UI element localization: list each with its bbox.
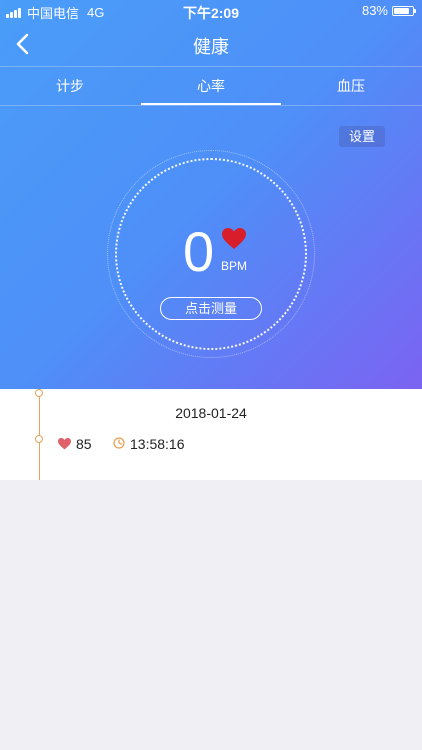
- bpm-value: 0: [183, 220, 215, 283]
- active-tab-indicator: [141, 103, 281, 105]
- tab-blood-pressure[interactable]: 血压: [281, 67, 421, 107]
- navigation-bar: 健康: [0, 22, 422, 66]
- bpm-unit: BPM: [221, 259, 248, 273]
- heart-icon: [222, 228, 246, 249]
- timeline-dot: [35, 435, 43, 443]
- tab-steps[interactable]: 计步: [0, 67, 140, 107]
- battery-percent: 83%: [361, 3, 388, 18]
- clock-icon: [113, 437, 125, 449]
- page-title: 健康: [193, 37, 229, 57]
- tab-bar: 计步 心率 血压: [0, 66, 422, 106]
- status-time: 下午2:09: [182, 5, 240, 21]
- status-bar: 中国电信 4G 下午2:09 83%: [0, 0, 422, 22]
- record-card: 2018-01-24: [0, 389, 422, 480]
- settings-button[interactable]: 设置: [339, 126, 385, 147]
- record-date: 2018-01-24: [175, 405, 247, 421]
- battery-icon: [392, 5, 416, 16]
- tab-heart-rate[interactable]: 心率: [141, 67, 281, 107]
- record-heart-rate: 85: [76, 436, 92, 452]
- measure-button[interactable]: 点击测量: [160, 297, 262, 320]
- heart-icon: [58, 438, 71, 450]
- status-right: 83%: [361, 3, 416, 18]
- timeline-dot: [35, 389, 43, 397]
- record-time: 13:58:16: [130, 436, 185, 452]
